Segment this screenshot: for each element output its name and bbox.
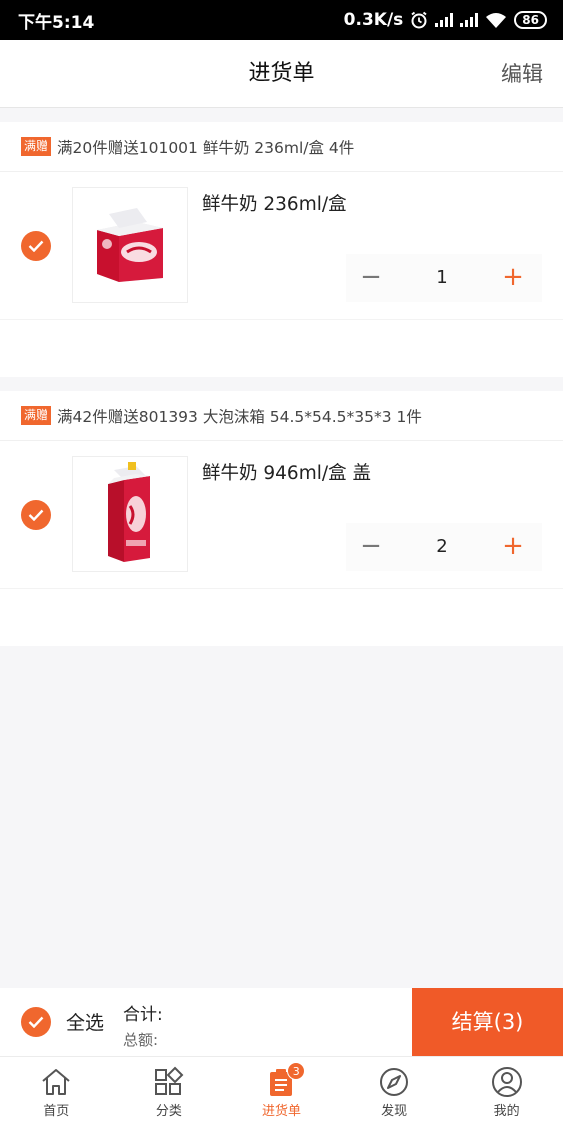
item-checkbox[interactable] [21,500,51,530]
status-time: 下午5:14 [18,12,95,33]
page-title: 进货单 [248,61,315,86]
product-name[interactable]: 鲜牛奶 946ml/盒 盖 [202,459,371,485]
tab-label: 进货单 [261,1104,301,1119]
edit-button[interactable]: 编辑 [501,40,543,108]
promo-group: 满赠 满20件赠送101001 鲜牛奶 236ml/盒 4件 鲜牛奶 236ml… [0,122,563,377]
product-image[interactable] [72,456,188,572]
promo-text: 满20件赠送101001 鲜牛奶 236ml/盒 4件 [57,138,355,157]
promo-bar: 满赠 满42件赠送801393 大泡沫箱 54.5*54.5*35*3 1件 [0,391,563,441]
checkmark-icon [28,509,44,521]
item-checkbox[interactable] [21,231,51,261]
tab-discover[interactable]: 发现 [338,1057,451,1125]
status-bar: 下午5:14 0.3K/s 86 [0,0,563,40]
select-all-label[interactable]: 全选 [66,988,104,1058]
compass-icon [380,1068,409,1096]
quantity-stepper: − 2 + [346,523,542,571]
app-header: 进货单 编辑 [0,40,563,108]
tab-label: 首页 [43,1104,70,1119]
tab-label: 分类 [155,1104,182,1119]
product-name[interactable]: 鲜牛奶 236ml/盒 [202,190,347,216]
decrease-button[interactable]: − [346,523,396,571]
tab-label: 我的 [493,1104,520,1119]
tab-order-list[interactable]: 3 进货单 [225,1057,338,1125]
tab-home[interactable]: 首页 [0,1057,113,1125]
increase-button[interactable]: + [488,523,538,571]
milk-carton-tall-icon [108,462,150,562]
user-icon [491,1067,522,1097]
order-count-badge: 3 [287,1062,306,1080]
cart-item: 鲜牛奶 946ml/盒 盖 − 2 + [0,441,563,589]
decrease-button[interactable]: − [346,254,396,302]
promo-tag: 满赠 [21,137,52,156]
checkmark-icon [28,240,44,252]
quantity-stepper: − 1 + [346,254,542,302]
tab-bar: 首页 分类 3 进货单 发现 我的 [0,1056,563,1125]
promo-text: 满42件赠送801393 大泡沫箱 54.5*54.5*35*3 1件 [57,407,422,426]
checkout-button[interactable]: 结算(3) [412,988,563,1056]
product-image[interactable] [72,187,188,303]
network-speed: 0.3K/s [343,10,404,30]
alarm-icon [411,11,427,29]
milk-carton-small-icon [97,208,163,282]
home-icon [42,1069,70,1095]
signal-icon-2 [460,13,479,27]
category-icon [154,1066,184,1095]
wifi-icon [486,13,507,28]
increase-button[interactable]: + [488,254,538,302]
tab-label: 发现 [381,1104,408,1119]
amount-label: 总额: [123,1031,159,1049]
promo-bar: 满赠 满20件赠送101001 鲜牛奶 236ml/盒 4件 [0,122,563,172]
checkout-bar: 全选 合计: 总额: 结算(3) [0,988,563,1056]
promo-group: 满赠 满42件赠送801393 大泡沫箱 54.5*54.5*35*3 1件 鲜… [0,391,563,646]
select-all-checkbox[interactable] [21,1007,51,1037]
total-label: 合计: [123,1005,163,1025]
signal-icon [435,13,454,27]
tab-profile[interactable]: 我的 [450,1057,563,1125]
quantity-value[interactable]: 2 [396,523,488,571]
cart-item: 鲜牛奶 236ml/盒 − 1 + [0,172,563,320]
quantity-value[interactable]: 1 [396,254,488,302]
tab-category[interactable]: 分类 [113,1057,226,1125]
checkmark-icon [28,1016,44,1028]
battery-indicator: 86 [514,11,547,29]
promo-tag: 满赠 [21,406,52,425]
